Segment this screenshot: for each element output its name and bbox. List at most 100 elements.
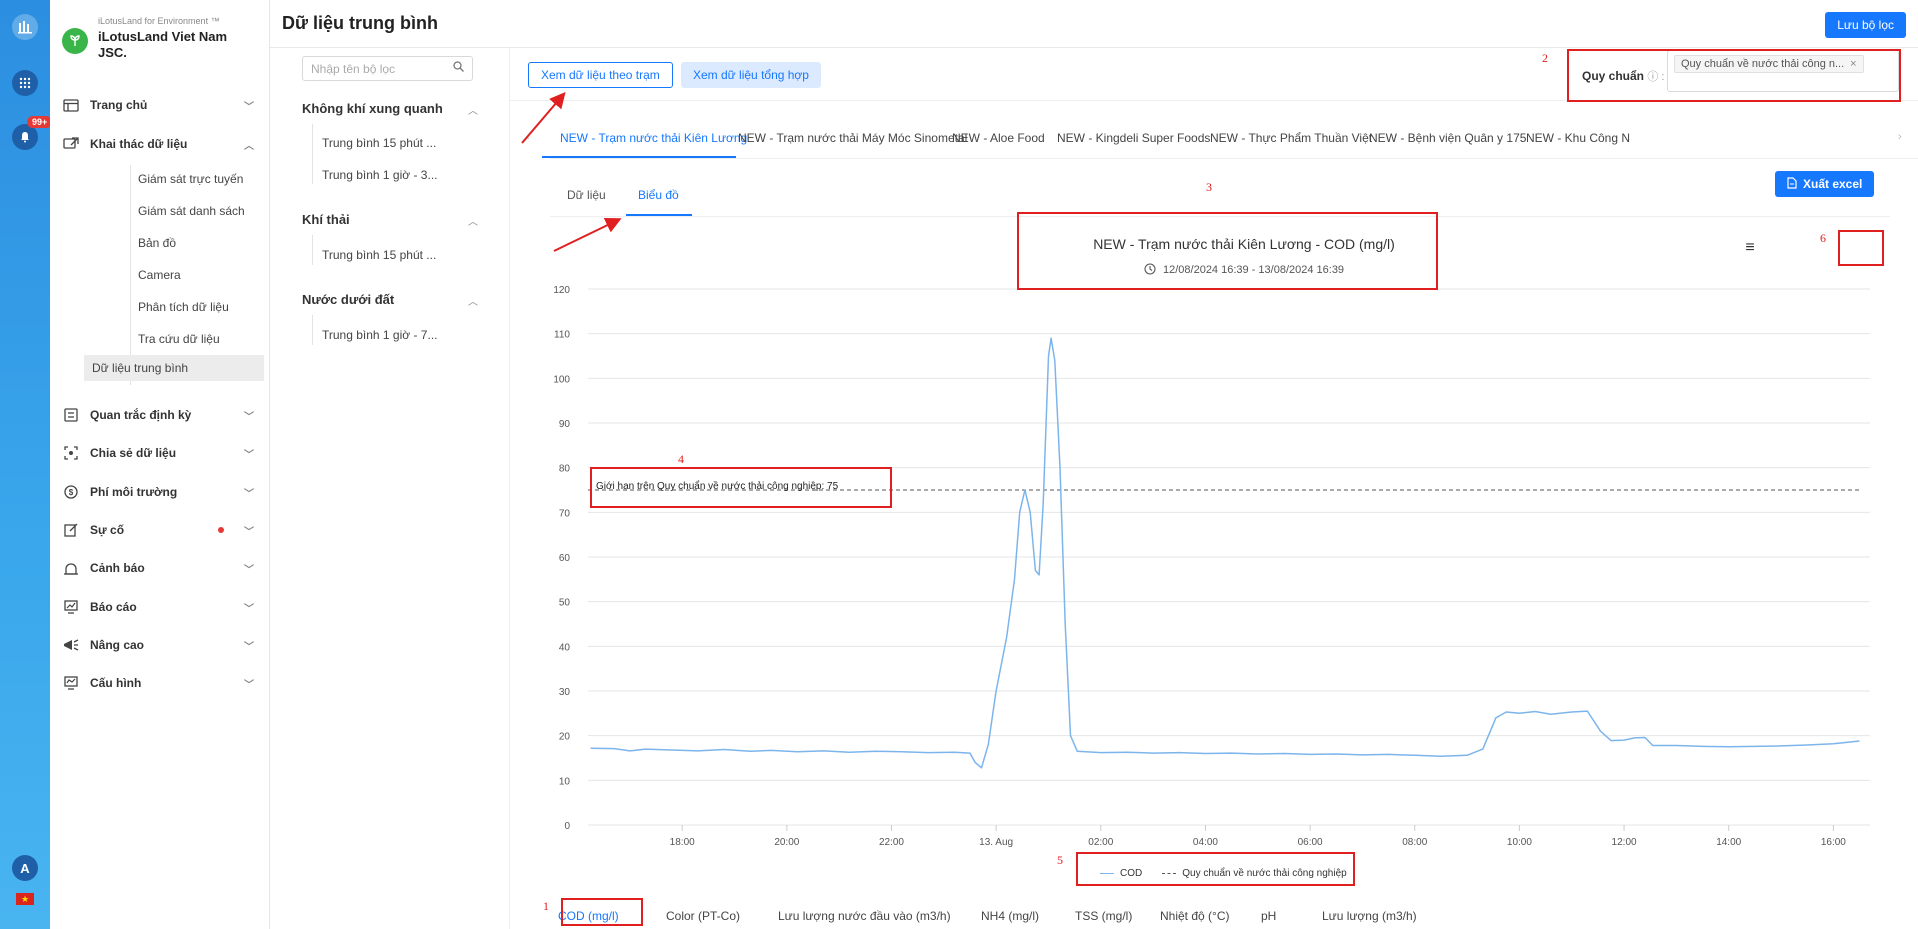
filter-item[interactable]: Trung bình 15 phút ... — [322, 248, 436, 262]
page-title: Dữ liệu trung bình — [282, 13, 439, 33]
app-rail: 99+ A ★ — [0, 0, 53, 929]
nav-item-fee[interactable]: $ Phí môi trường ﹀ — [62, 479, 258, 505]
chevron-up-icon[interactable]: ︿ — [468, 102, 478, 117]
chevron-down-icon: ﹀ — [244, 488, 254, 500]
chevron-down-icon: ﹀ — [244, 603, 254, 615]
nav-item-label: Khai thác dữ liệu — [90, 137, 188, 151]
nav-item-home[interactable]: Trang chủ ﹀ — [62, 92, 258, 118]
save-filter-button[interactable]: Lưu bộ lọc — [1825, 12, 1906, 38]
x-tick-label: 20:00 — [774, 837, 799, 848]
x-tick-label: 02:00 — [1088, 837, 1113, 848]
view-by-station-button[interactable]: Xem dữ liệu theo trạm — [528, 62, 673, 88]
periodic-icon — [62, 407, 80, 423]
alert-icon — [62, 560, 80, 576]
filter-group-title[interactable]: Nước dưới đất — [302, 292, 394, 307]
nav-item-advanced[interactable]: Nâng cao ﹀ — [62, 632, 258, 658]
station-tab[interactable]: NEW - Thực Phẩm Thuần Việt — [1210, 131, 1372, 145]
y-tick-label: 100 — [553, 374, 570, 385]
filter-item[interactable]: Trung bình 15 phút ... — [322, 136, 436, 150]
station-tab[interactable]: NEW - Aloe Food — [952, 131, 1045, 145]
nav-item-incident[interactable]: Sự cố ﹀ — [62, 517, 258, 543]
y-tick-label: 50 — [559, 598, 571, 609]
chevron-right-icon[interactable]: › — [1898, 131, 1902, 143]
nav-item-share[interactable]: Chia sẻ dữ liệu ﹀ — [62, 440, 258, 466]
param-tab[interactable]: Lưu lượng nước đầu vào (m3/h) — [778, 909, 951, 923]
param-tab[interactable]: Color (PT-Co) — [666, 909, 740, 923]
annotation-box — [1017, 212, 1438, 290]
nav-item-data-mining[interactable]: Khai thác dữ liệu ︿ — [62, 131, 258, 157]
export-excel-label: Xuất excel — [1803, 177, 1863, 191]
config-icon — [62, 675, 80, 691]
chevron-up-icon[interactable]: ︿ — [468, 293, 478, 308]
chevron-left-icon[interactable]: ‹ — [526, 131, 530, 143]
annotation-box — [1567, 49, 1901, 102]
y-tick-label: 60 — [559, 553, 571, 564]
x-tick-label: 08:00 — [1402, 837, 1427, 848]
nav-item-label: Phí môi trường — [90, 485, 178, 499]
brand-logo-icon — [62, 28, 88, 54]
annotation-number: 4 — [678, 452, 684, 466]
param-tab[interactable]: pH — [1261, 909, 1276, 923]
view-summary-button[interactable]: Xem dữ liệu tổng hợp — [681, 62, 821, 88]
nav-item-label: Quan trắc định kỳ — [90, 408, 192, 422]
tab-chart[interactable]: Biểu đồ — [638, 188, 679, 202]
nav-item-label: Sự cố — [90, 523, 125, 537]
filter-item[interactable]: Trung bình 1 giờ - 3... — [322, 168, 437, 182]
divider — [550, 158, 1918, 159]
param-tab[interactable]: Lưu lượng (m3/h) — [1322, 909, 1417, 923]
annotation-number: 2 — [1542, 51, 1548, 65]
nav-item-periodic[interactable]: Quan trắc định kỳ ﹀ — [62, 402, 258, 428]
nav-item-label: Cảnh báo — [90, 561, 145, 575]
x-tick-label: 22:00 — [879, 837, 904, 848]
user-avatar[interactable]: A — [12, 855, 38, 881]
filter-group-title[interactable]: Không khí xung quanh — [302, 101, 443, 116]
app-logo-icon[interactable] — [12, 14, 38, 40]
apps-grid-icon[interactable] — [12, 70, 38, 96]
advanced-icon — [62, 637, 80, 653]
station-tab[interactable]: NEW - Khu Công N — [1526, 131, 1630, 145]
chevron-down-icon: ﹀ — [244, 679, 254, 691]
nav-sub-average-data[interactable]: Dữ liệu trung bình — [84, 355, 264, 381]
nav-item-report[interactable]: Báo cáo ﹀ — [62, 594, 258, 620]
filter-search-input[interactable]: Nhập tên bộ lọc — [302, 56, 473, 81]
fee-icon: $ — [62, 484, 80, 500]
series-line-cod — [590, 337, 1860, 769]
station-tab[interactable]: NEW - Trạm nước thải Kiên Lương — [560, 131, 747, 145]
x-tick-label: 06:00 — [1298, 837, 1323, 848]
param-tab[interactable]: Nhiệt độ (°C) — [1160, 909, 1230, 923]
param-tab[interactable]: TSS (mg/l) — [1075, 909, 1132, 923]
x-tick-label: 10:00 — [1507, 837, 1532, 848]
incident-status-dot — [218, 527, 224, 533]
group-guide-line — [312, 235, 313, 265]
nav-item-label: Nâng cao — [90, 638, 145, 652]
y-tick-label: 70 — [559, 508, 571, 519]
nav-item-alert[interactable]: Cảnh báo ﹀ — [62, 555, 258, 581]
vietnam-flag-icon[interactable]: ★ — [16, 893, 34, 905]
annotation-box — [1838, 230, 1884, 266]
station-tab[interactable]: NEW - Bệnh viện Quân y 175 — [1369, 131, 1526, 145]
filter-item[interactable]: Trung bình 1 giờ - 7... — [322, 328, 437, 342]
y-tick-label: 80 — [559, 464, 571, 475]
file-export-icon — [1787, 176, 1797, 192]
station-tab[interactable]: NEW - Trạm nước thải Máy Móc Sinometal — [738, 131, 967, 145]
export-excel-button[interactable]: Xuất excel — [1775, 171, 1875, 197]
chevron-up-icon[interactable]: ︿ — [468, 213, 478, 228]
y-tick-label: 0 — [564, 821, 570, 832]
chevron-down-icon: ﹀ — [244, 411, 254, 423]
y-tick-label: 120 — [553, 285, 570, 296]
nav-item-config[interactable]: Cấu hình ﹀ — [62, 670, 258, 696]
tab-data[interactable]: Dữ liệu — [567, 188, 606, 202]
report-icon — [62, 599, 80, 615]
incident-icon — [62, 522, 80, 538]
filter-group-title[interactable]: Khí thải — [302, 212, 350, 227]
chart-menu-icon[interactable]: ≡ — [1740, 238, 1760, 258]
chevron-down-icon: ﹀ — [244, 526, 254, 538]
station-tab[interactable]: NEW - Kingdeli Super Foods — [1057, 131, 1210, 145]
param-tab[interactable]: NH4 (mg/l) — [981, 909, 1039, 923]
annotation-box — [561, 898, 643, 926]
annotation-number: 3 — [1206, 180, 1212, 194]
data-mining-icon — [62, 136, 80, 152]
station-tabs: ‹ NEW - Trạm nước thải Kiên Lương NEW - … — [520, 120, 1910, 158]
y-tick-label: 90 — [559, 419, 571, 430]
station-tabs-viewport: NEW - Trạm nước thải Kiên Lương NEW - Tr… — [542, 120, 1892, 158]
